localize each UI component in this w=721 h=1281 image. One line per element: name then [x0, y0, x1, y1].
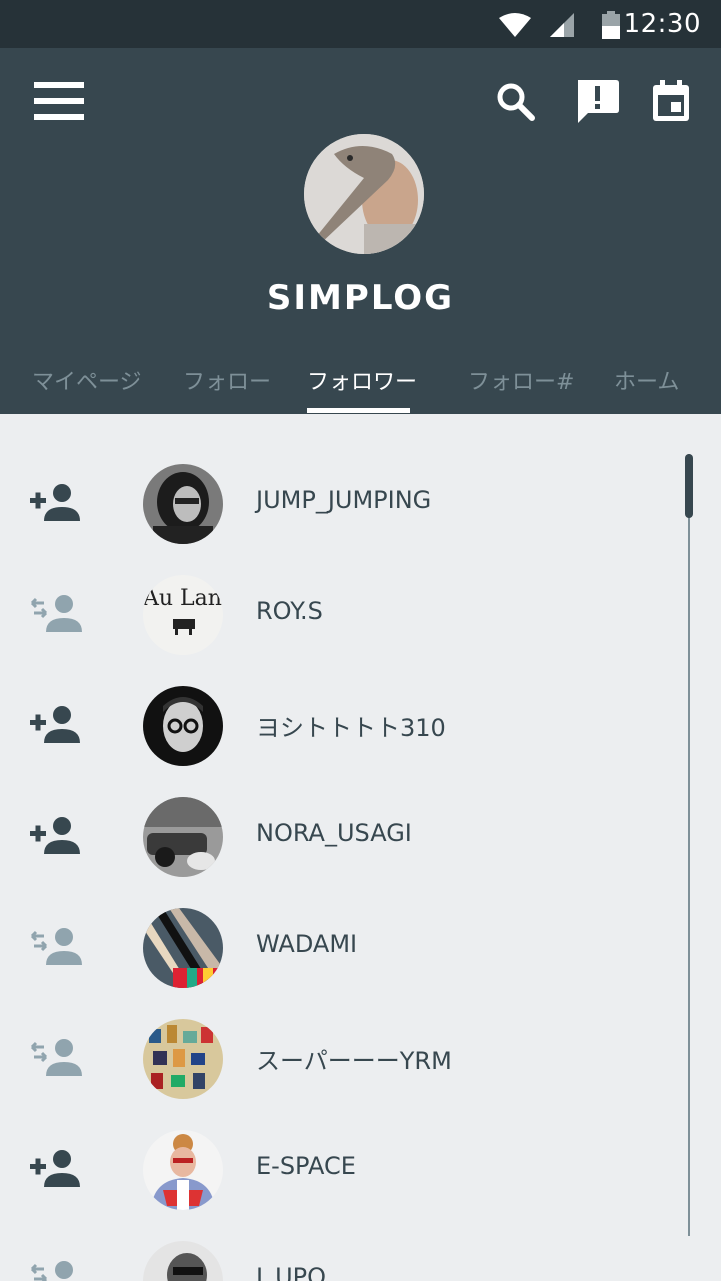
avatar-lettering: Au Lan	[143, 586, 222, 611]
username[interactable]: E-SPACE	[256, 1152, 356, 1180]
search-icon[interactable]	[496, 82, 536, 122]
tab-followers[interactable]: フォロワー	[307, 364, 417, 396]
add-person-icon[interactable]	[30, 483, 82, 523]
profile-avatar[interactable]	[304, 134, 424, 254]
mutual-follow-icon[interactable]	[30, 594, 82, 634]
list-item[interactable]: スーパーーーYRM	[0, 1008, 680, 1119]
alert-icon[interactable]	[574, 78, 620, 126]
add-person-icon[interactable]	[30, 1149, 82, 1189]
avatar[interactable]	[143, 464, 223, 544]
status-time: 12:30	[623, 9, 701, 39]
signal-icon	[550, 13, 574, 37]
battery-icon	[602, 11, 620, 39]
username[interactable]: JUMP_JUMPING	[256, 486, 431, 514]
add-person-icon[interactable]	[30, 816, 82, 856]
scrollbar-thumb[interactable]	[685, 454, 693, 518]
username[interactable]: WADAMI	[256, 930, 357, 958]
username[interactable]: J_UPO	[256, 1263, 326, 1281]
list-item[interactable]: ヨシトトトト310	[0, 675, 680, 786]
list-item[interactable]: J_UPO	[0, 1230, 680, 1281]
avatar[interactable]: Au Lan	[143, 575, 223, 655]
wifi-icon	[499, 13, 531, 37]
avatar[interactable]	[143, 1241, 223, 1281]
tab-follow-hash[interactable]: フォロー#	[468, 364, 574, 396]
profile-name: SIMPLOG	[266, 278, 455, 318]
app-header: SIMPLOG マイページ フォロー フォロワー フォロー# ホーム	[0, 48, 721, 414]
follower-list: JUMP_JUMPING Au Lan ROY.S ヨシトトトト310 NORA…	[0, 414, 721, 1281]
tab-home[interactable]: ホーム	[614, 364, 679, 396]
username[interactable]: ヨシトトトト310	[256, 708, 446, 743]
menu-icon[interactable]	[34, 82, 86, 120]
list-item[interactable]: WADAMI	[0, 897, 680, 1008]
calendar-icon[interactable]	[651, 80, 691, 122]
username[interactable]: スーパーーーYRM	[256, 1041, 452, 1076]
scrollbar-track[interactable]	[688, 454, 690, 1236]
status-bar: 12:30	[0, 0, 721, 48]
add-person-icon[interactable]	[30, 705, 82, 745]
mutual-follow-icon[interactable]	[30, 1260, 82, 1281]
avatar[interactable]	[143, 1019, 223, 1099]
username[interactable]: ROY.S	[256, 597, 323, 625]
tab-bar: マイページ フォロー フォロワー フォロー# ホーム	[0, 358, 721, 414]
mutual-follow-icon[interactable]	[30, 1038, 82, 1078]
list-item[interactable]: NORA_USAGI	[0, 786, 680, 897]
username[interactable]: NORA_USAGI	[256, 819, 412, 847]
avatar[interactable]	[143, 797, 223, 877]
mutual-follow-icon[interactable]	[30, 927, 82, 967]
avatar[interactable]	[143, 686, 223, 766]
list-item[interactable]: JUMP_JUMPING	[0, 453, 680, 564]
avatar[interactable]	[143, 908, 223, 988]
list-item[interactable]: Au Lan ROY.S	[0, 564, 680, 675]
tab-follow[interactable]: フォロー	[183, 364, 271, 396]
avatar[interactable]	[143, 1130, 223, 1210]
tab-mypage[interactable]: マイページ	[32, 364, 142, 396]
list-item[interactable]: E-SPACE	[0, 1119, 680, 1230]
active-tab-indicator	[307, 408, 410, 413]
